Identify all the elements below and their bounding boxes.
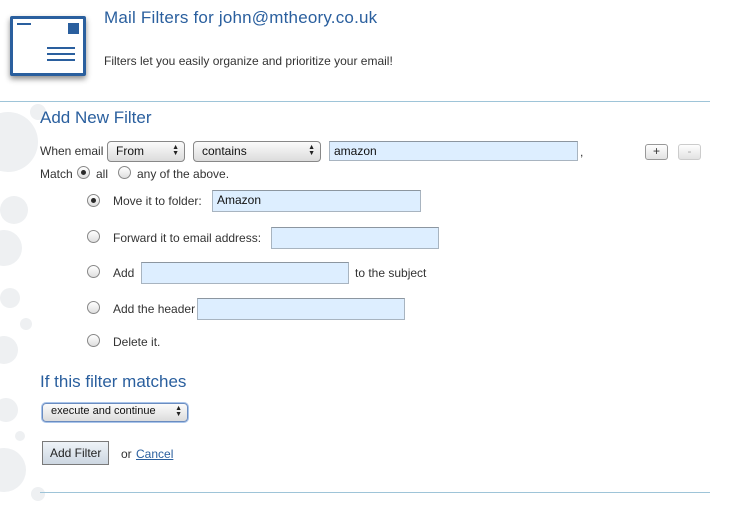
select-arrows-icon: ▲ ▼ [308,144,315,157]
remove-rule-button[interactable]: - [678,144,701,160]
cancel-link[interactable]: Cancel [136,447,173,461]
forward-email-input[interactable] [271,227,439,249]
action-add-label: Add [113,266,135,280]
select-arrows-icon: ▲ ▼ [172,144,179,157]
condition-select-value: contains [202,144,247,158]
condition-select[interactable]: contains ▲ ▼ [193,141,321,162]
add-filter-heading: Add New Filter [40,108,152,127]
match-any-radio[interactable] [118,166,131,179]
action-add-header-radio[interactable] [87,301,100,314]
trailing-comma: , [580,145,584,159]
add-rule-button[interactable]: + [645,144,668,160]
on-match-heading: If this filter matches [40,372,187,391]
on-match-select[interactable]: execute and continue ▲ ▼ [42,403,188,422]
action-forward-label: Forward it to email address: [113,231,262,245]
action-move-label: Move it to folder: [113,194,202,208]
add-filter-button[interactable]: Add Filter [42,441,110,465]
action-delete-radio[interactable] [87,334,100,347]
action-add-subject-radio[interactable] [87,265,100,278]
match-label: Match [40,167,73,181]
match-all-label: all [96,167,109,181]
page-title: Mail Filters for john@mtheory.co.uk [104,8,378,27]
or-label: or [121,447,132,461]
action-move-radio[interactable] [87,194,100,207]
page-subtitle: Filters let you easily organize and prio… [104,54,393,68]
move-folder-input[interactable]: Amazon [212,190,421,212]
match-any-label: any of the above. [137,167,230,181]
header-input[interactable] [197,298,405,320]
when-email-label: When email [40,144,104,158]
divider [40,492,710,493]
match-all-radio[interactable] [77,166,90,179]
mail-envelope-icon [10,16,86,76]
subject-text-input[interactable] [141,262,349,284]
field-select-value: From [116,144,144,158]
on-match-select-value: execute and continue [51,405,156,417]
action-delete-label: Delete it. [113,335,161,349]
match-value-input[interactable]: amazon [329,141,578,161]
action-header-label: Add the header [113,302,196,316]
select-arrows-icon: ▲ ▼ [175,405,182,418]
divider [0,101,710,102]
field-select[interactable]: From ▲ ▼ [107,141,185,162]
bubble-decoration [0,104,46,501]
add-subject-suffix: to the subject [355,266,427,280]
action-forward-radio[interactable] [87,230,100,243]
